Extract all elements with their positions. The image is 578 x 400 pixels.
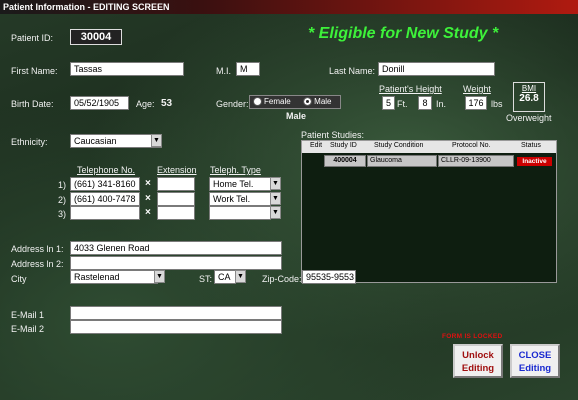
bmi-value: 26.8 <box>519 93 539 104</box>
table-row[interactable]: 400004 Glaucoma CLLR-09-13900 Inactive <box>302 155 558 168</box>
zip-field[interactable]: 95535-9553 <box>302 270 356 284</box>
first-name-label: First Name: <box>11 66 58 76</box>
last-name-field[interactable]: Donill <box>378 62 495 76</box>
mi-field[interactable]: M <box>236 62 260 76</box>
phone-number-field[interactable]: (661) 341-8160 <box>70 177 140 191</box>
bmi-status: Overweight <box>506 113 552 123</box>
phone-row-num: 2) <box>58 195 67 205</box>
eligibility-banner: * Eligible for New Study * <box>308 25 499 42</box>
phone-col-header: Telephone No. <box>77 165 136 175</box>
unlock-line1: Unlock <box>462 350 494 361</box>
times-icon: × <box>145 207 151 218</box>
email1-field[interactable] <box>70 306 282 320</box>
protocol-cell: CLLR-09-13900 <box>438 155 514 167</box>
studies-header-row: Edit Study ID Study Condition Protocol N… <box>302 141 556 153</box>
birth-date-label: Birth Date: <box>11 99 54 109</box>
address1-field[interactable]: 4033 Glenen Road <box>70 241 282 255</box>
address2-field[interactable] <box>70 256 282 270</box>
studies-title: Patient Studies: <box>301 130 365 140</box>
times-icon: × <box>145 178 151 189</box>
phone-type-select[interactable]: Home Tel. <box>209 177 271 191</box>
close-line2: Editing <box>518 363 552 374</box>
phone-row-num: 1) <box>58 180 67 190</box>
bmi-label: BMI <box>521 84 537 93</box>
weight-field[interactable]: 176 <box>465 96 487 110</box>
bmi-box: BMI 26.8 <box>513 82 545 112</box>
ethnicity-select[interactable]: Caucasian <box>70 134 162 148</box>
ft-label: Ft. <box>397 99 408 109</box>
extension-col-header: Extension <box>157 165 197 175</box>
col-study-id: Study ID <box>330 142 357 149</box>
patient-id-value: 30004 <box>70 29 122 45</box>
birth-date-field[interactable]: 05/52/1905 <box>70 96 129 110</box>
address2-label: Address ln 2: <box>11 259 64 269</box>
col-study-condition: Study Condition <box>374 142 424 149</box>
state-select[interactable]: CA <box>214 270 236 284</box>
ethnicity-label: Ethnicity: <box>11 137 48 147</box>
age-label: Age: <box>136 99 155 109</box>
gender-label: Gender: <box>216 99 249 109</box>
window-title: Patient Information - EDITING SCREEN <box>0 0 578 14</box>
height-label: Patient's Height <box>379 84 442 94</box>
phone-number-field[interactable] <box>70 206 140 220</box>
ethnicity-dropdown-icon[interactable]: ▼ <box>151 134 162 147</box>
phone-type-select[interactable]: Work Tel. <box>209 192 271 206</box>
phone-number-field[interactable]: (661) 400-7478 <box>70 192 140 206</box>
city-select[interactable]: Rastelenad <box>70 270 158 284</box>
col-protocol: Protocol No. <box>452 142 491 149</box>
last-name-label: Last Name: <box>329 66 376 76</box>
extension-field[interactable] <box>157 192 195 206</box>
email2-field[interactable] <box>70 320 282 334</box>
address1-label: Address ln 1: <box>11 244 64 254</box>
extension-field[interactable] <box>157 177 195 191</box>
study-id-cell: 400004 <box>324 155 366 167</box>
close-editing-button[interactable]: CLOSE Editing <box>510 344 560 378</box>
unlock-editing-button[interactable]: Unlock Editing <box>453 344 503 378</box>
patient-id-label: Patient ID: <box>11 33 54 43</box>
state-dropdown-icon[interactable]: ▼ <box>235 270 246 283</box>
mi-label: M.I. <box>216 66 231 76</box>
unlock-line2: Editing <box>461 363 495 374</box>
weight-label: Weight <box>463 84 491 94</box>
female-radio-icon[interactable] <box>253 97 262 107</box>
status-badge: Inactive <box>517 157 552 166</box>
close-line1: CLOSE <box>518 350 552 361</box>
email2-label: E-Mail 2 <box>11 324 45 334</box>
state-label: ST: <box>199 274 213 284</box>
in-label: In. <box>436 99 447 109</box>
phone-type-dropdown-icon[interactable]: ▼ <box>270 177 281 190</box>
gender-value: Male <box>286 111 307 121</box>
patient-info-window: Patient Information - EDITING SCREEN Pat… <box>0 0 578 400</box>
zip-label: Zip-Code: <box>262 274 302 284</box>
extension-field[interactable] <box>157 206 195 220</box>
city-dropdown-icon[interactable]: ▼ <box>154 270 165 283</box>
city-label: City <box>11 274 27 284</box>
study-condition-cell: Glaucoma <box>367 155 437 167</box>
height-ft-field[interactable]: 5 <box>382 96 395 110</box>
studies-table: Edit Study ID Study Condition Protocol N… <box>301 140 557 283</box>
lbs-label: lbs <box>491 99 503 109</box>
times-icon: × <box>145 193 151 204</box>
female-radio-label: Female <box>264 97 291 106</box>
phone-row-num: 3) <box>58 209 67 219</box>
male-radio-label: Male <box>314 97 332 106</box>
col-edit: Edit <box>310 142 323 149</box>
phone-type-col-header: Teleph. Type <box>210 165 261 175</box>
phone-type-dropdown-icon[interactable]: ▼ <box>270 206 281 219</box>
form-locked-notice: FORM IS LOCKED <box>442 333 503 340</box>
phone-type-dropdown-icon[interactable]: ▼ <box>270 192 281 205</box>
age-value: 53 <box>161 98 173 109</box>
col-status: Status <box>521 142 541 149</box>
gender-radio-group[interactable]: Female Male <box>249 95 341 109</box>
first-name-field[interactable]: Tassas <box>70 62 184 76</box>
phone-type-select[interactable] <box>209 206 271 220</box>
height-in-field[interactable]: 8 <box>418 96 432 110</box>
email1-label: E-Mail 1 <box>11 310 45 320</box>
male-radio-icon[interactable] <box>303 97 313 107</box>
